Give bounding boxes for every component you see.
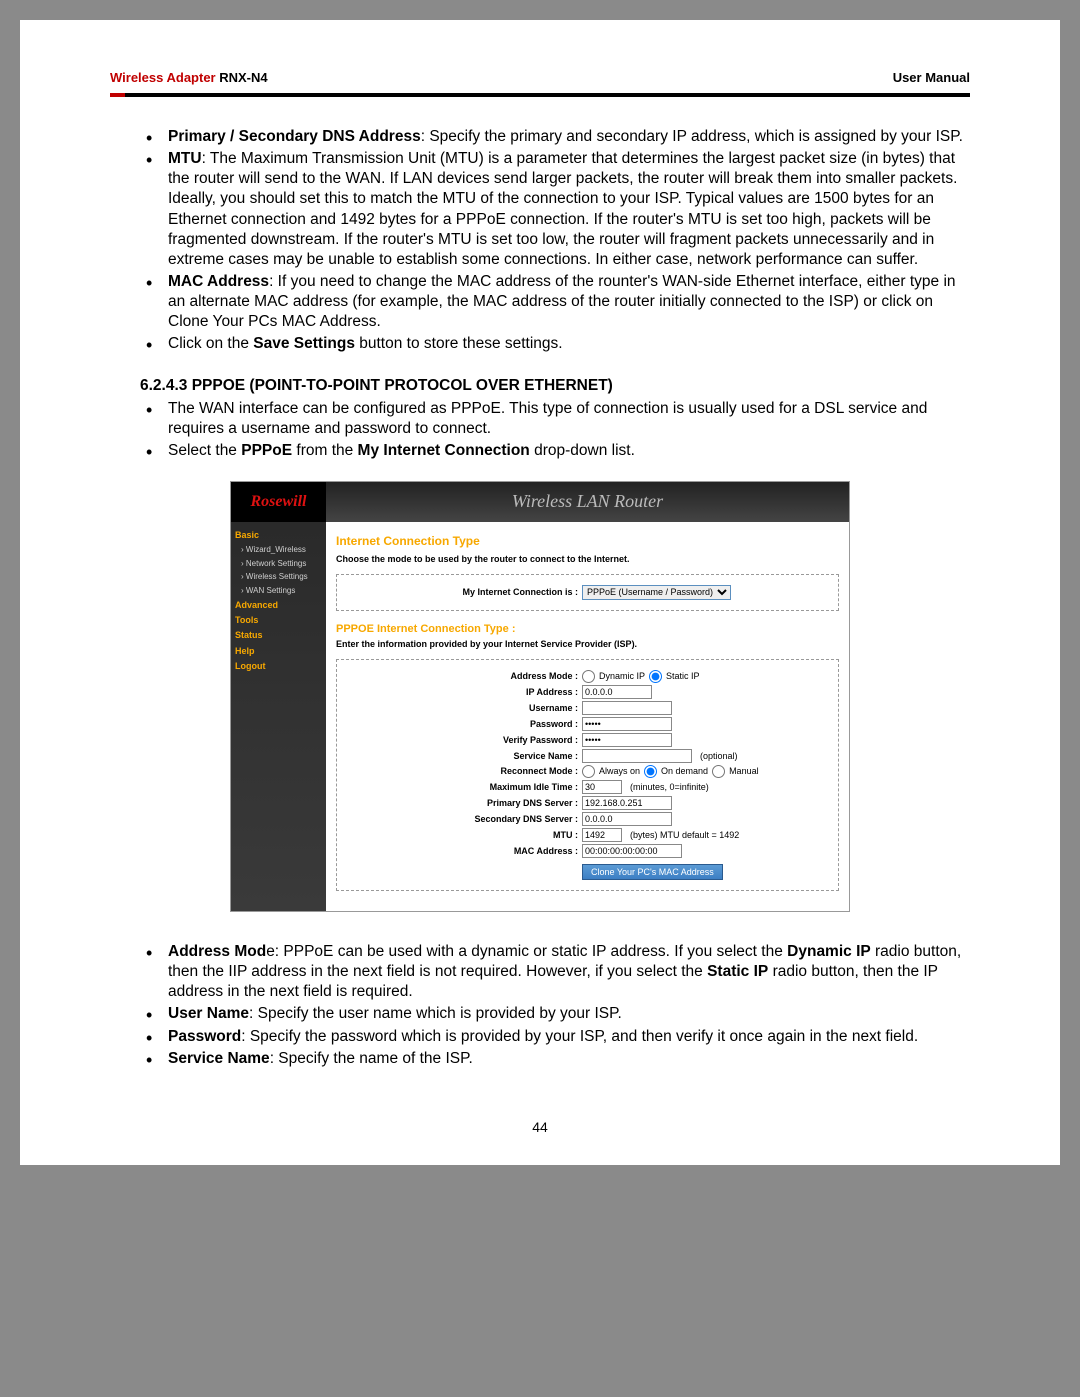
content-h2: PPPOE Internet Connection Type :	[336, 623, 839, 635]
static-ip-radio[interactable]	[649, 670, 662, 683]
reconn-always-radio[interactable]	[582, 765, 595, 778]
sidebar-wireless[interactable]: › Wireless Settings	[235, 570, 322, 584]
reconn-manual-radio[interactable]	[712, 765, 725, 778]
pass-input[interactable]	[582, 717, 672, 731]
reconn-demand-text: On demand	[661, 766, 708, 776]
clone-mac-button[interactable]: Clone Your PC's MAC Address	[582, 864, 723, 880]
bullet-list-bottom: Address Mode: PPPoE can be used with a d…	[110, 942, 970, 1069]
manual-page: Wireless Adapter RNX-N4 User Manual Prim…	[20, 20, 1060, 1165]
svc-input[interactable]	[582, 749, 692, 763]
sidebar-tools[interactable]: Tools	[235, 613, 322, 628]
static-ip-text: Static IP	[666, 671, 700, 681]
content-help1: Choose the mode to be used by the router…	[336, 554, 839, 564]
page-header: Wireless Adapter RNX-N4 User Manual	[110, 70, 970, 93]
mac-label: MAC Address :	[347, 846, 582, 856]
idle-label: Maximum Idle Time :	[347, 782, 582, 792]
pdns-input[interactable]	[582, 796, 672, 810]
pppoe-box: Address Mode : Dynamic IP Static IP IP A…	[336, 659, 839, 891]
router-title: Wireless LAN Router	[326, 491, 849, 512]
bullet-mtu: MTU: The Maximum Transmission Unit (MTU)…	[168, 149, 970, 270]
router-sidebar: Basic › Wizard_Wireless › Network Settin…	[231, 522, 326, 911]
sidebar-network[interactable]: › Network Settings	[235, 557, 322, 571]
dynamic-ip-text: Dynamic IP	[599, 671, 645, 681]
bullet-select-pppoe: Select the PPPoE from the My Internet Co…	[168, 441, 970, 461]
mtu-hint: (bytes) MTU default = 1492	[630, 830, 739, 840]
reconn-label: Reconnect Mode :	[347, 766, 582, 776]
sidebar-logout[interactable]: Logout	[235, 659, 322, 674]
conn-select[interactable]: PPPoE (Username / Password)	[582, 585, 731, 600]
mtu-input[interactable]	[582, 828, 622, 842]
dynamic-ip-radio[interactable]	[582, 670, 595, 683]
reconn-demand-radio[interactable]	[644, 765, 657, 778]
bullet-username: User Name: Specify the user name which i…	[168, 1004, 970, 1024]
bullet-password: Password: Specify the password which is …	[168, 1027, 970, 1047]
header-right: User Manual	[893, 70, 970, 85]
bullet-service-name: Service Name: Specify the name of the IS…	[168, 1049, 970, 1069]
bullet-list-mid: The WAN interface can be configured as P…	[110, 399, 970, 461]
bullet-dns: Primary / Secondary DNS Address: Specify…	[168, 127, 970, 147]
sidebar-advanced[interactable]: Advanced	[235, 598, 322, 613]
model-name: RNX-N4	[219, 70, 267, 85]
header-rule	[110, 93, 970, 97]
pass-label: Password :	[347, 719, 582, 729]
content-h1: Internet Connection Type	[336, 534, 839, 548]
ip-input[interactable]	[582, 685, 652, 699]
addr-mode-label: Address Mode :	[347, 671, 582, 681]
user-input[interactable]	[582, 701, 672, 715]
sidebar-help[interactable]: Help	[235, 644, 322, 659]
section-heading-pppoe: 6.2.4.3 PPPOE (POINT-TO-POINT PROTOCOL O…	[140, 377, 970, 395]
conn-label: My Internet Connection is :	[347, 587, 582, 597]
reconn-always-text: Always on	[599, 766, 640, 776]
idle-hint: (minutes, 0=infinite)	[630, 782, 709, 792]
vpass-label: Verify Password :	[347, 735, 582, 745]
bullet-addr-mode: Address Mode: PPPoE can be used with a d…	[168, 942, 970, 1002]
ip-label: IP Address :	[347, 687, 582, 697]
header-left: Wireless Adapter RNX-N4	[110, 70, 268, 85]
sidebar-basic[interactable]: Basic	[235, 528, 322, 543]
svc-label: Service Name :	[347, 751, 582, 761]
bullet-save: Click on the Save Settings button to sto…	[168, 334, 970, 354]
connection-type-box: My Internet Connection is : PPPoE (Usern…	[336, 574, 839, 611]
mac-input[interactable]	[582, 844, 682, 858]
sidebar-status[interactable]: Status	[235, 628, 322, 643]
sdns-label: Secondary DNS Server :	[347, 814, 582, 824]
bullet-mac: MAC Address: If you need to change the M…	[168, 272, 970, 332]
user-label: Username :	[347, 703, 582, 713]
sdns-input[interactable]	[582, 812, 672, 826]
bullet-wan-desc: The WAN interface can be configured as P…	[168, 399, 970, 439]
pdns-label: Primary DNS Server :	[347, 798, 582, 808]
router-header: Rosewill Wireless LAN Router	[231, 482, 849, 522]
brand-name: Wireless Adapter	[110, 70, 216, 85]
router-screenshot: Rosewill Wireless LAN Router Basic › Wiz…	[230, 481, 850, 912]
router-body: Basic › Wizard_Wireless › Network Settin…	[231, 522, 849, 911]
router-logo: Rosewill	[231, 482, 326, 522]
router-content: Internet Connection Type Choose the mode…	[326, 522, 849, 911]
bullet-list-top: Primary / Secondary DNS Address: Specify…	[110, 127, 970, 355]
idle-input[interactable]	[582, 780, 622, 794]
content-help2: Enter the information provided by your I…	[336, 639, 839, 649]
vpass-input[interactable]	[582, 733, 672, 747]
mtu-label: MTU :	[347, 830, 582, 840]
svc-hint: (optional)	[700, 751, 738, 761]
sidebar-wan[interactable]: › WAN Settings	[235, 584, 322, 598]
page-number: 44	[110, 1119, 970, 1135]
sidebar-wizard[interactable]: › Wizard_Wireless	[235, 543, 322, 557]
reconn-manual-text: Manual	[729, 766, 759, 776]
